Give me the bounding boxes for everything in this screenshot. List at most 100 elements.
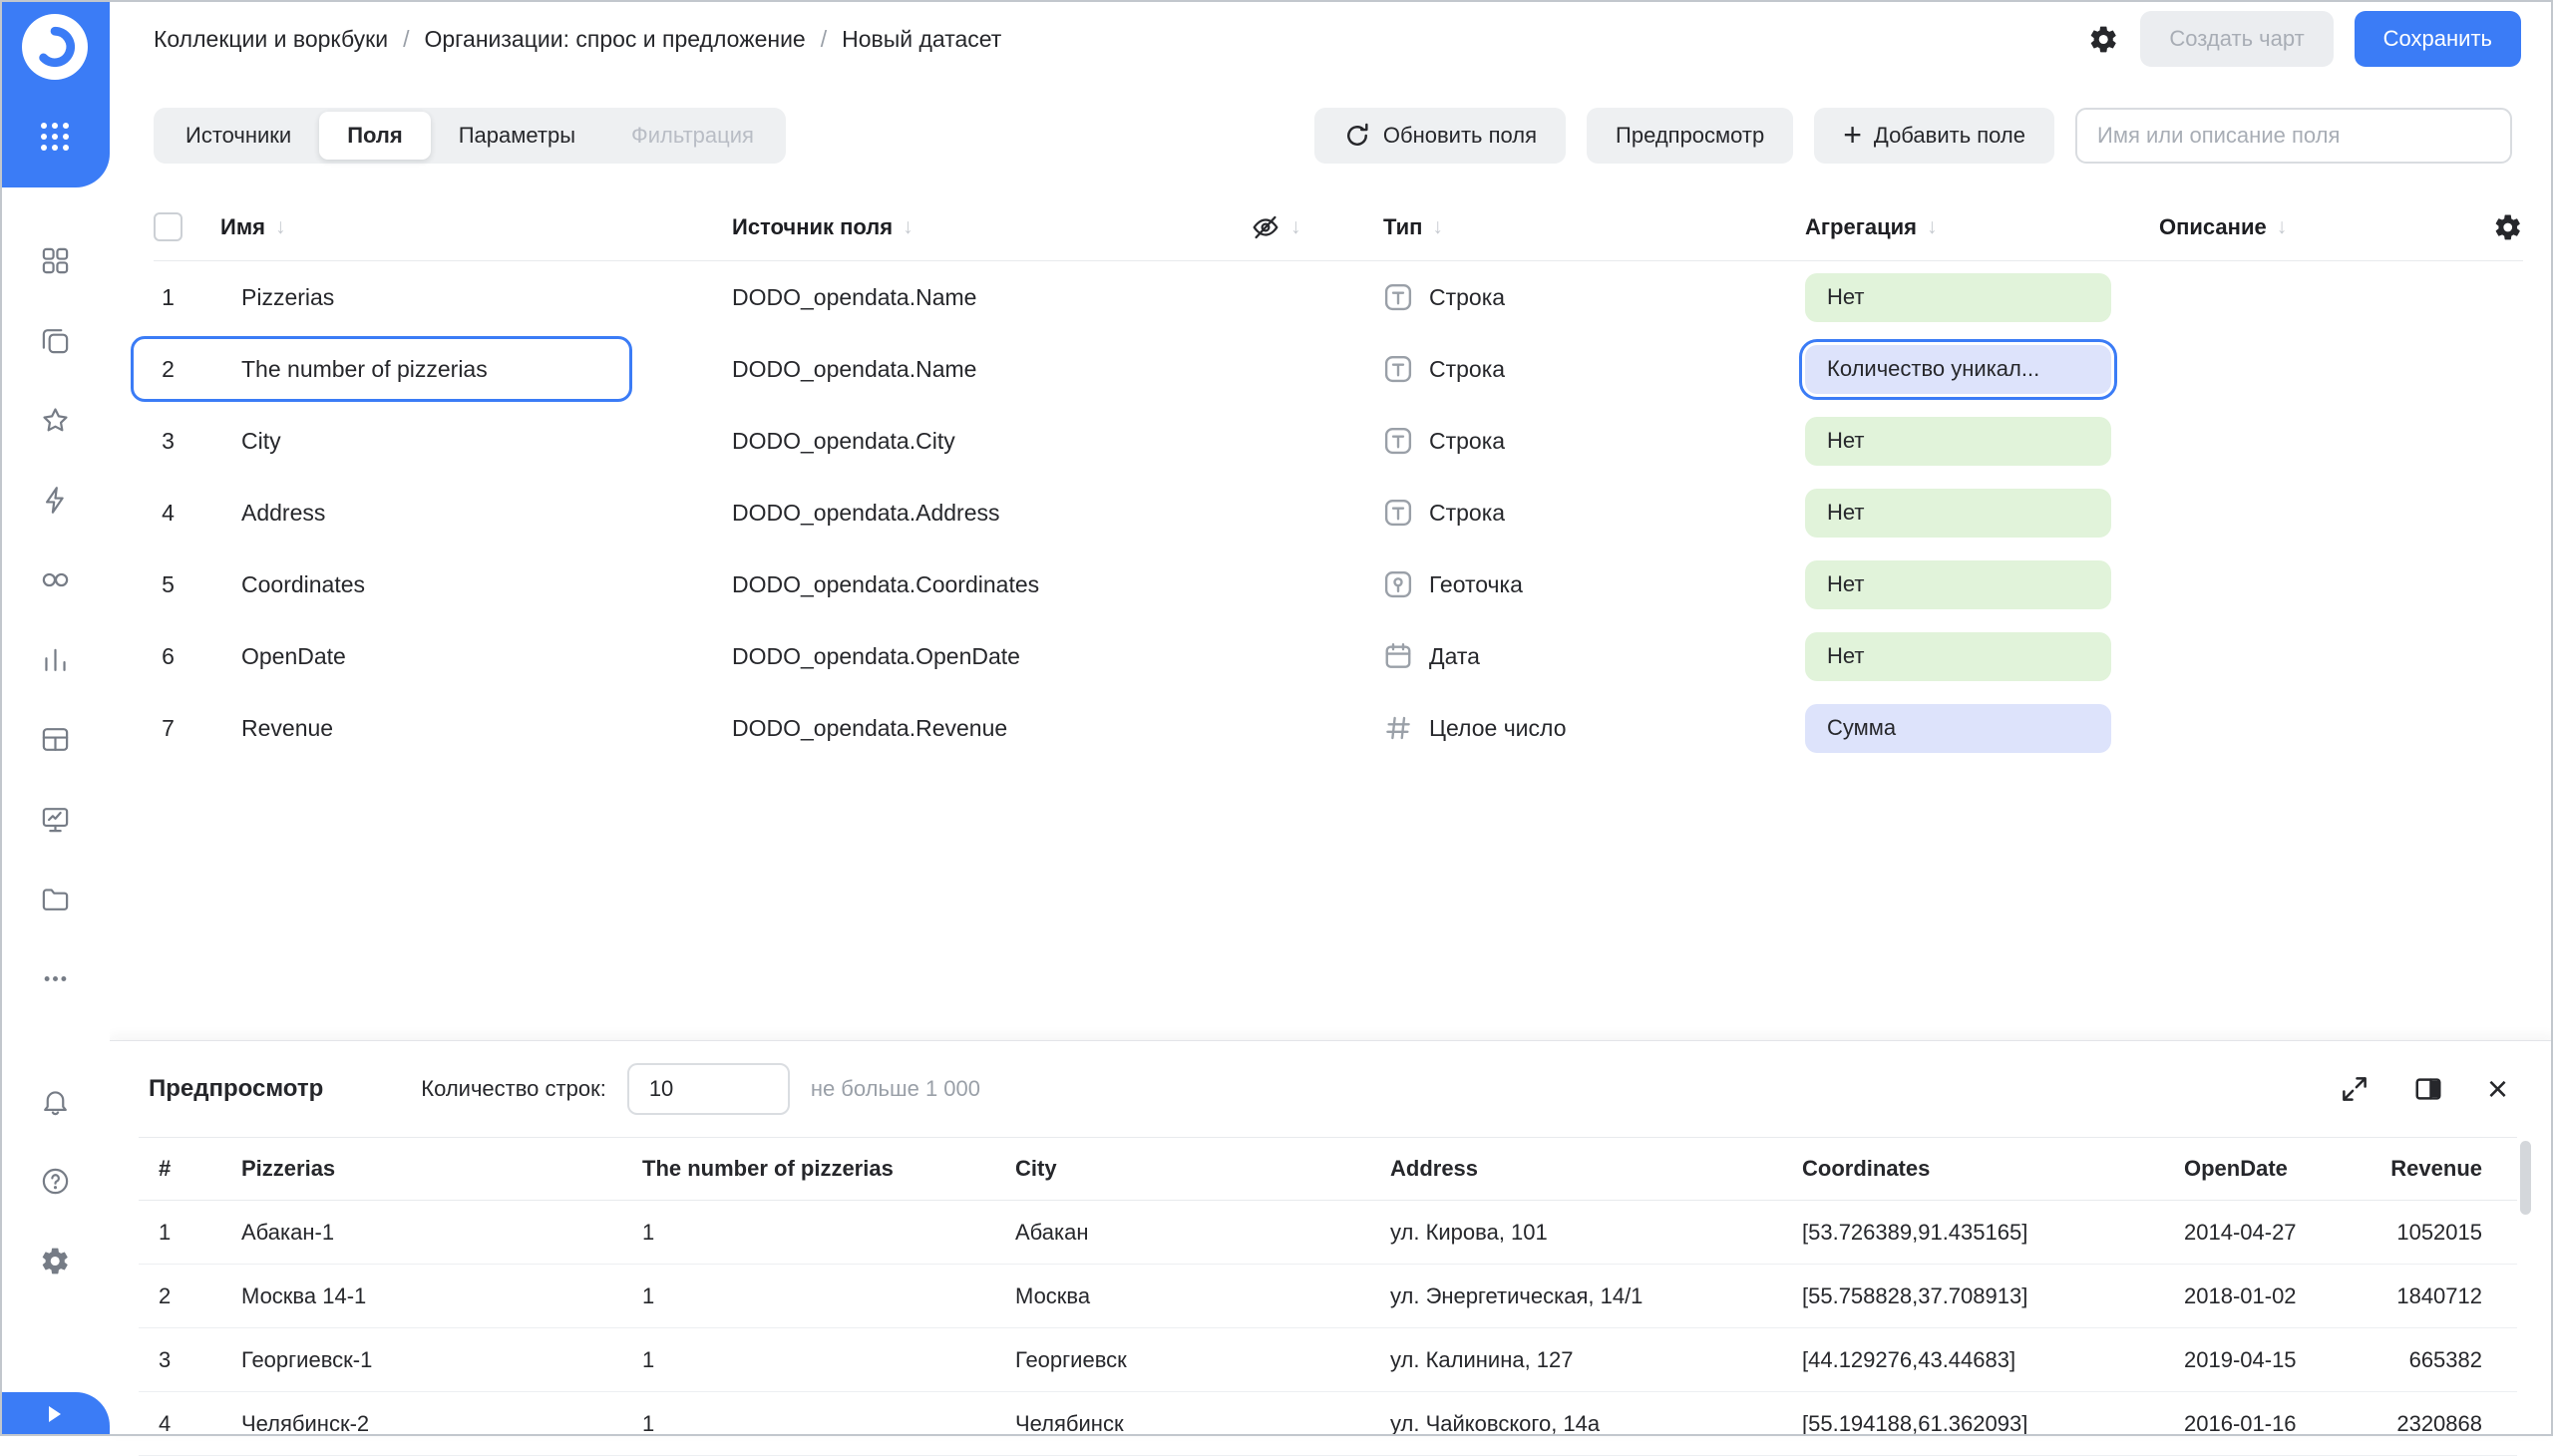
sidebar-expand-strip[interactable]	[0, 1392, 110, 1436]
connections-icon[interactable]	[0, 460, 110, 540]
field-row[interactable]: 6 OpenDate DODO_opendata.OpenDate Дата Н…	[154, 620, 2523, 692]
dataset-toolbar: Источники Поля Параметры Фильтрация Обно…	[154, 108, 2512, 164]
field-name-cell[interactable]: Pizzerias	[220, 284, 732, 311]
cell-number: 1	[642, 1282, 655, 1308]
sort-desc-icon[interactable]: ↓	[1432, 215, 1443, 239]
field-source-cell[interactable]: DODO_opendata.Coordinates	[732, 571, 1237, 598]
field-name-cell[interactable]: Coordinates	[220, 571, 732, 598]
column-header-source[interactable]: Источник поля ↓	[732, 214, 1237, 240]
field-source-cell[interactable]: DODO_opendata.Name	[732, 284, 1237, 311]
cell-index: 1	[159, 1219, 172, 1245]
collections-icon[interactable]	[0, 220, 110, 300]
sort-desc-icon[interactable]: ↓	[2277, 215, 2288, 239]
datalens-logo[interactable]	[22, 14, 88, 80]
field-type-cell[interactable]: Геоточка	[1376, 569, 1802, 599]
field-name-cell[interactable]: The number of pizzerias	[220, 356, 732, 383]
close-preview-icon[interactable]: ×	[2487, 1071, 2508, 1107]
field-row[interactable]: 1 Pizzerias DODO_opendata.Name Строка Не…	[154, 261, 2523, 333]
preview-toggle-button[interactable]: Предпросмотр	[1587, 108, 1794, 164]
cell-index: 3	[159, 1346, 172, 1372]
breadcrumb-workbook[interactable]: Организации: спрос и предложение	[424, 26, 805, 53]
expand-preview-icon[interactable]	[2340, 1074, 2370, 1104]
aggregation-pill[interactable]: Нет	[1805, 488, 2111, 538]
field-name-cell[interactable]: OpenDate	[220, 643, 732, 670]
row-count-label: Количество строк:	[421, 1076, 606, 1101]
expand-arrow-icon	[49, 1406, 61, 1422]
storage-icon[interactable]	[0, 859, 110, 938]
aggregation-pill[interactable]: Нет	[1805, 559, 2111, 609]
sort-desc-icon[interactable]: ↓	[275, 215, 286, 239]
column-header-name[interactable]: Имя ↓	[220, 214, 732, 240]
help-icon[interactable]	[0, 1141, 110, 1221]
field-row-selected[interactable]: 2 The number of pizzerias DODO_opendata.…	[131, 333, 2523, 405]
field-search-input[interactable]	[2075, 108, 2512, 164]
notifications-icon[interactable]	[0, 1061, 110, 1141]
aggregation-pill[interactable]: Нет	[1805, 416, 2111, 466]
sort-desc-icon[interactable]: ↓	[1290, 215, 1301, 239]
monitoring-icon[interactable]	[0, 779, 110, 859]
row-count-hint: не больше 1 000	[810, 1076, 981, 1101]
field-row[interactable]: 4 Address DODO_opendata.Address Строка Н…	[154, 477, 2523, 548]
column-header-type[interactable]: Тип ↓	[1376, 214, 1802, 240]
dataset-settings-gear-icon[interactable]	[2088, 24, 2119, 55]
create-chart-button[interactable]: Создать чарт	[2140, 11, 2334, 67]
column-header-aggregation[interactable]: Агрегация ↓	[1802, 214, 2152, 240]
column-header-description[interactable]: Описание ↓	[2152, 214, 2473, 240]
aggregation-pill[interactable]: Нет	[1805, 631, 2111, 681]
column-aggregation-label: Агрегация	[1805, 213, 1918, 239]
field-type-cell[interactable]: Строка	[1376, 426, 1802, 456]
field-row[interactable]: 3 City DODO_opendata.City Строка Нет	[154, 405, 2523, 477]
field-type-label: Строка	[1429, 283, 1506, 310]
field-name-cell[interactable]: City	[220, 428, 732, 455]
field-source-cell[interactable]: DODO_opendata.OpenDate	[732, 643, 1237, 670]
aggregation-pill[interactable]: Сумма	[1805, 703, 2111, 753]
save-button[interactable]: Сохранить	[2354, 11, 2521, 67]
tab-fields[interactable]: Поля	[319, 112, 431, 160]
aggregation-pill-selected[interactable]: Количество уникал...	[1799, 338, 2117, 400]
more-icon[interactable]	[0, 938, 110, 1018]
apps-grid-icon[interactable]	[0, 123, 110, 151]
sort-desc-icon[interactable]: ↓	[903, 215, 913, 239]
field-type-cell[interactable]: Строка	[1376, 498, 1802, 528]
workbooks-icon[interactable]	[0, 300, 110, 380]
field-row[interactable]: 7 Revenue DODO_opendata.Revenue Целое чи…	[154, 692, 2523, 764]
settings-icon[interactable]	[0, 1221, 110, 1300]
preview-scrollbar-thumb[interactable]	[2520, 1141, 2531, 1215]
aggregation-pill[interactable]: Нет	[1805, 272, 2111, 322]
preview-row: 4 Челябинск-2 1 Челябинск ул. Чайковског…	[139, 1392, 2517, 1456]
column-type-label: Тип	[1383, 213, 1423, 239]
field-source-cell[interactable]: DODO_opendata.Name	[732, 356, 1237, 383]
tab-filtering: Фильтрация	[631, 123, 754, 148]
field-type-cell[interactable]: Строка	[1376, 354, 1802, 384]
charts-icon[interactable]	[0, 619, 110, 699]
field-source-cell[interactable]: DODO_opendata.Address	[732, 500, 1237, 527]
field-name-cell[interactable]: Address	[220, 500, 732, 527]
dashboards-icon[interactable]	[0, 699, 110, 779]
field-type-cell[interactable]: Дата	[1376, 641, 1802, 671]
field-source-cell[interactable]: DODO_opendata.Revenue	[732, 715, 1237, 742]
field-source-cell[interactable]: DODO_opendata.City	[732, 428, 1237, 455]
table-settings-gear-icon[interactable]	[2493, 212, 2523, 242]
refresh-fields-button[interactable]: Обновить поля	[1313, 108, 1567, 164]
split-view-icon[interactable]	[2413, 1074, 2443, 1104]
field-type-cell[interactable]: Строка	[1376, 282, 1802, 312]
column-header-visibility[interactable]: ↓	[1237, 212, 1376, 242]
cell-pizzeria: Георгиевск-1	[241, 1346, 373, 1372]
field-type-cell[interactable]: Целое число	[1376, 713, 1802, 743]
field-aggregation-cell: Сумма	[1802, 703, 2152, 753]
preview-col-pizzerias: Pizzerias	[241, 1156, 336, 1181]
preview-table-header: # Pizzerias The number of pizzerias City…	[139, 1137, 2517, 1201]
tab-sources[interactable]: Источники	[158, 112, 319, 160]
select-all-checkbox[interactable]	[154, 212, 182, 241]
favorites-icon[interactable]	[0, 380, 110, 460]
cell-city: Абакан	[1015, 1219, 1089, 1245]
tab-parameters[interactable]: Параметры	[431, 112, 603, 160]
preview-col-city: City	[1015, 1156, 1057, 1181]
add-field-button[interactable]: + Добавить поле	[1814, 108, 2054, 164]
field-row[interactable]: 5 Coordinates DODO_opendata.Coordinates …	[154, 548, 2523, 620]
links-icon[interactable]	[0, 540, 110, 619]
field-name-cell[interactable]: Revenue	[220, 715, 732, 742]
breadcrumb-collections[interactable]: Коллекции и воркбуки	[154, 26, 388, 53]
sort-desc-icon[interactable]: ↓	[1927, 215, 1938, 239]
row-count-input[interactable]	[626, 1063, 790, 1115]
